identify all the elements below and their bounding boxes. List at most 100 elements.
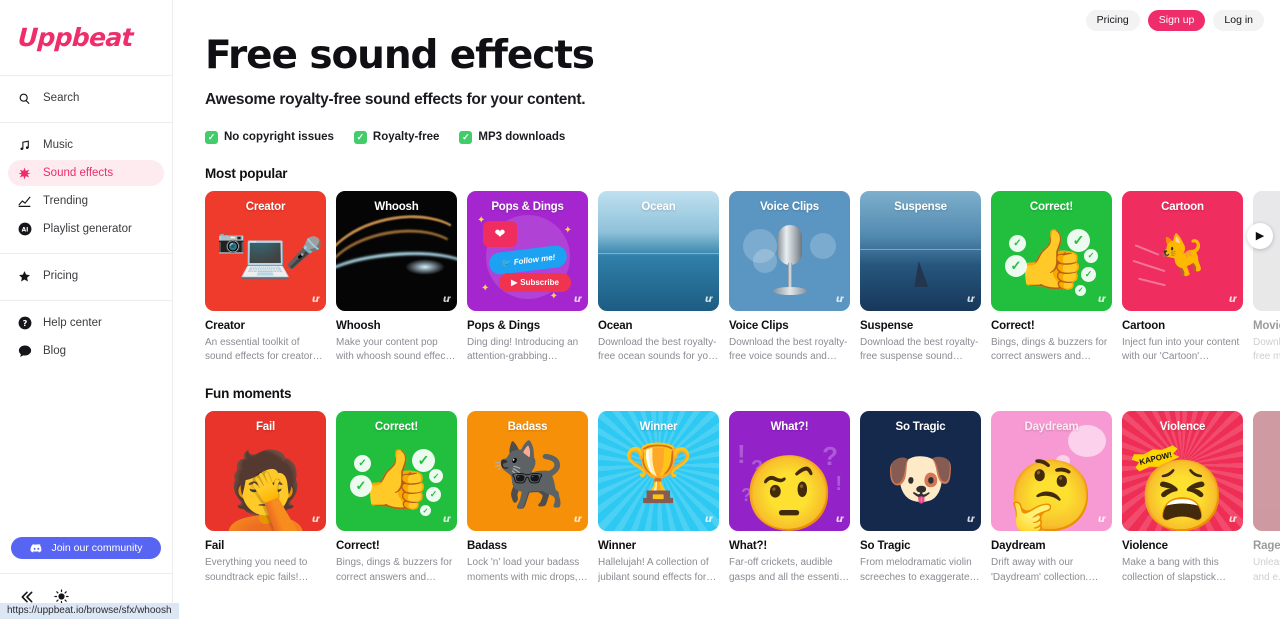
card-thumbnail[interactable]: 🐶 So Tragic ư xyxy=(860,411,981,532)
card-thumbnail[interactable]: 🤔 Daydream ư xyxy=(991,411,1112,532)
card-thumbnail[interactable]: ❤ 🐦 Follow me! ▶ Subscribe ✦ ✦ ✦ ✦ Pops & … xyxy=(467,190,588,311)
uppbeat-watermark-icon: ư xyxy=(1228,293,1236,305)
feature-badges: ✓ No copyright issues ✓ Royalty-free ✓ M… xyxy=(205,130,1280,144)
card-violence[interactable]: KAPOW! 😫 Violence ư Violence Make a bang… xyxy=(1122,411,1243,584)
card-correct-fun[interactable]: 👍 ✓ ✓ ✓ ✓ ✓ ✓ Correct! ư Correct! Bings, din… xyxy=(336,411,457,584)
top-bar: Pricing Sign up Log in xyxy=(1085,0,1280,40)
card-thumbnail[interactable]: 👍 ✓ ✓ ✓ ✓ ✓ ✓ Correct! ư xyxy=(336,411,457,532)
card-correct[interactable]: 👍 ✓ ✓ ✓ ✓ ✓ ✓ Correct! ư Correct! Bings, din… xyxy=(991,190,1112,364)
microphone-emoji: 🎤 xyxy=(285,236,323,270)
sidebar-item-trending[interactable]: Trending xyxy=(8,188,164,214)
card-pops-and-dings[interactable]: ❤ 🐦 Follow me! ▶ Subscribe ✦ ✦ ✦ ✦ Pops & … xyxy=(467,190,588,364)
card-creator[interactable]: 💻 📷 🎤 Creator ư Creator An essential too… xyxy=(205,190,326,364)
card-description: Bings, dings & buzzers for correct answe… xyxy=(991,336,1108,363)
card-thumbnail-title: Cartoon xyxy=(1161,200,1204,213)
card-what[interactable]: ! ? ? ! ? 🤨 What?! ư What?! Far-off cric… xyxy=(729,411,850,584)
card-name: So Tragic xyxy=(860,540,911,553)
card-name: Creator xyxy=(205,319,245,332)
card-name: Suspense xyxy=(860,319,914,332)
card-thumbnail[interactable]: 🐈‍⬛ 🕶 Badass ư xyxy=(467,411,588,532)
card-name: Ocean xyxy=(598,319,633,332)
sparkle-icon xyxy=(17,166,32,181)
sidebar-item-playlist-generator[interactable]: AI Playlist generator xyxy=(8,216,164,242)
card-thumbnail[interactable]: Movie ư xyxy=(1253,190,1280,311)
card-movie[interactable]: Movie ư Movie Download the best royalty-… xyxy=(1253,190,1280,364)
join-community-label: Join our community xyxy=(51,542,143,554)
card-suspense[interactable]: Suspense ư Suspense Download the best ro… xyxy=(860,190,981,364)
page-title: Free sound effects xyxy=(205,33,595,78)
sidebar-item-help-center[interactable]: ? Help center xyxy=(8,310,164,336)
card-cartoon[interactable]: 🐈 Cartoon ư Cartoon Inject fun into your… xyxy=(1122,190,1243,364)
sidebar-item-music[interactable]: Music xyxy=(8,132,164,158)
card-name: Violence xyxy=(1122,540,1168,553)
card-thumbnail[interactable]: 💻 📷 🎤 Creator ư xyxy=(205,190,326,311)
topbar-signup-button[interactable]: Sign up xyxy=(1147,9,1206,31)
card-description: Hallelujah! A collection of jubilant sou… xyxy=(598,557,709,583)
card-name: Movie xyxy=(1253,319,1280,332)
badge-no-copyright: ✓ No copyright issues xyxy=(205,130,334,144)
svg-text:?: ? xyxy=(22,318,27,328)
card-whoosh[interactable]: Whoosh ư Whoosh Make your content pop wi… xyxy=(336,190,457,364)
card-badass[interactable]: 🐈‍⬛ 🕶 Badass ư Badass Lock 'n' load your… xyxy=(467,411,588,584)
card-thumbnail[interactable]: Suspense ư xyxy=(860,190,981,311)
sidebar-item-sound-effects[interactable]: Sound effects xyxy=(8,160,164,186)
card-name: Pops & Dings xyxy=(467,319,540,332)
page-subtitle: Awesome royalty-free sound effects for y… xyxy=(205,90,586,108)
badge-mp3-downloads-label: MP3 downloads xyxy=(478,131,566,144)
discord-icon xyxy=(29,541,44,556)
sunglasses-icon: 🕶 xyxy=(510,463,545,494)
sidebar-item-pricing[interactable]: Pricing xyxy=(8,263,164,289)
sidebar-item-music-label: Music xyxy=(43,139,74,151)
sidebar-item-search[interactable]: Search xyxy=(8,85,164,111)
subscribe-pill: ▶ Subscribe xyxy=(499,272,571,292)
section-fun-moments: Fun moments 🤦 Fail ư Fail Everything you… xyxy=(205,386,1280,584)
card-thumbnail[interactable]: 👍 ✓ ✓ ✓ ✓ ✓ ✓ Correct! ư xyxy=(991,190,1112,311)
card-thumbnail-title: Winner xyxy=(639,421,678,434)
card-name: Winner xyxy=(598,540,636,553)
speech-bubble-icon xyxy=(17,344,32,359)
card-winner[interactable]: 🏆 Winner ư Winner Hallelujah! A collecti… xyxy=(598,411,719,584)
carousel-most-popular: 💻 📷 🎤 Creator ư Creator An essential too… xyxy=(205,190,1280,364)
card-thumbnail[interactable]: Rage ư xyxy=(1253,411,1280,532)
card-description: From melodramatic violin screeches to ex… xyxy=(860,557,976,583)
card-thumbnail[interactable]: KAPOW! 😫 Violence ư xyxy=(1122,411,1243,532)
logo-container[interactable]: Uppbeat xyxy=(0,0,172,76)
carousel-next-button-most-popular[interactable]: ▶ xyxy=(1247,222,1273,249)
sad-dog-emoji: 🐶 xyxy=(885,447,956,511)
card-daydream[interactable]: 🤔 Daydream ư Daydream Drift away with ou… xyxy=(991,411,1112,584)
card-voice-clips[interactable]: Voice Clips ư Voice Clips Download the b… xyxy=(729,190,850,364)
card-thumbnail[interactable]: ! ? ? ! ? 🤨 What?! ư xyxy=(729,411,850,532)
card-thumbnail-title: Rage xyxy=(1253,421,1280,433)
card-thumbnail[interactable]: Voice Clips ư xyxy=(729,190,850,311)
join-community-button[interactable]: Join our community xyxy=(11,537,161,559)
card-name: Rage xyxy=(1253,540,1280,553)
main-content: Pricing Sign up Log in Free sound effect… xyxy=(173,0,1280,619)
card-so-tragic[interactable]: 🐶 So Tragic ư So Tragic From melodramati… xyxy=(860,411,981,584)
card-name: Voice Clips xyxy=(729,319,789,332)
card-description: An essential toolkit of sound effects fo… xyxy=(205,336,321,363)
card-thumbnail[interactable]: Whoosh ư xyxy=(336,190,457,311)
card-thumbnail-title: Fail xyxy=(255,421,275,434)
card-description: Everything you need to soundtrack epic f… xyxy=(205,557,308,583)
card-fail[interactable]: 🤦 Fail ư Fail Everything you need to sou… xyxy=(205,411,326,584)
card-name: Whoosh xyxy=(336,319,381,332)
card-name: Daydream xyxy=(991,540,1046,553)
uppbeat-logo[interactable]: Uppbeat xyxy=(17,23,133,52)
sidebar-pricing-section: Pricing xyxy=(0,254,172,301)
card-ocean[interactable]: Ocean ư Ocean Download the best royalty-… xyxy=(598,190,719,364)
punched-person-emoji: 😫 xyxy=(1138,457,1227,532)
topbar-pricing-button[interactable]: Pricing xyxy=(1085,9,1140,31)
card-name: What?! xyxy=(729,540,768,553)
card-rage[interactable]: Rage ư Rage Unleash your inner rage and … xyxy=(1253,411,1280,584)
badge-mp3-downloads: ✓ MP3 downloads xyxy=(459,130,566,144)
chevron-right-icon: ▶ xyxy=(1255,230,1265,243)
carousel-fun-moments: 🤦 Fail ư Fail Everything you need to sou… xyxy=(205,411,1280,584)
topbar-login-button[interactable]: Log in xyxy=(1213,9,1264,31)
card-thumbnail-title: Movie xyxy=(1253,201,1280,213)
card-thumbnail[interactable]: 🏆 Winner ư xyxy=(598,411,719,532)
card-thumbnail[interactable]: 🐈 Cartoon ư xyxy=(1122,190,1243,311)
card-thumbnail[interactable]: 🤦 Fail ư xyxy=(205,411,326,532)
sidebar-item-help-center-label: Help center xyxy=(43,317,102,329)
card-thumbnail[interactable]: Ocean ư xyxy=(598,190,719,311)
sidebar-item-blog[interactable]: Blog xyxy=(8,338,164,364)
